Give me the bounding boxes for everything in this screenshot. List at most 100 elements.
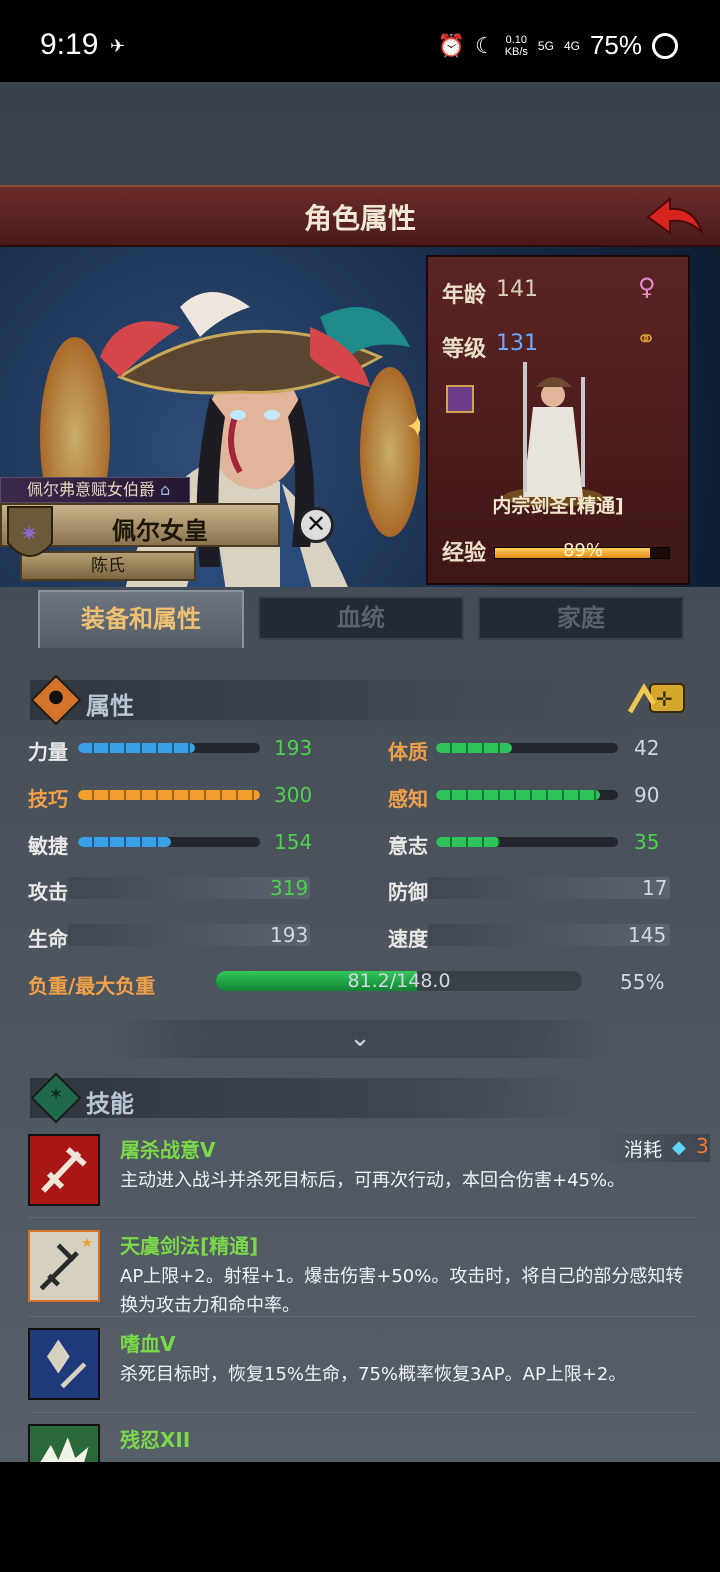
net-speed: 0.10 KB/s: [504, 33, 528, 58]
nav-bar-area: [0, 1462, 720, 1572]
noble-title: 佩尔弗意赋女伯爵 ⌂: [0, 477, 190, 503]
skill-description: 杀死目标时，恢复15%生命，75%概率恢复3AP。AP上限+2。: [120, 1364, 627, 1385]
defense-bar: [428, 877, 670, 899]
attr-skill-fill: [78, 790, 260, 800]
page-title: 角色属性: [303, 202, 416, 235]
skill-name: 嗜血V: [120, 1332, 176, 1356]
ring-icon: ⚭: [636, 325, 657, 353]
skill-item[interactable]: 屠杀战意V 主动进入战斗并杀死目标后，可再次行动，本回合伤害+45%。: [28, 1134, 698, 1210]
dismiss-button[interactable]: ✕: [298, 507, 334, 543]
expand-button[interactable]: ⌄: [110, 1020, 610, 1058]
status-bar: 9:19 ✈ ⏰ ☾ 0.10 KB/s 5G 4G 75%: [0, 0, 720, 82]
skill-item[interactable]: 嗜血V 杀死目标时，恢复15%生命，75%概率恢复3AP。AP上限+2。: [28, 1328, 698, 1404]
attr-will-bar: [436, 837, 618, 847]
moon-icon: ☾: [474, 32, 495, 58]
attr-skill-value: 300: [274, 783, 313, 807]
crown-icon: ⌂: [160, 480, 171, 499]
clock: 9:19: [40, 28, 99, 61]
attr-perception-value: 90: [634, 783, 660, 807]
health-value: 193: [270, 923, 309, 947]
sword-technique-skill-icon: ★: [28, 1230, 100, 1302]
attr-agility-fill: [78, 837, 172, 847]
attributes-header: ● 属性: [30, 674, 590, 726]
defense-value: 17: [642, 876, 668, 900]
attr-skill-label: 技巧: [28, 787, 68, 811]
class-figure: [503, 362, 603, 507]
age-value: 141: [496, 277, 538, 302]
tab-bar: 装备和属性 血统 家庭: [30, 590, 690, 648]
bird-icon: ✈: [110, 36, 126, 57]
attr-perception-label: 感知: [388, 787, 428, 811]
attr-strength-label: 力量: [28, 740, 68, 764]
divider: [28, 1217, 698, 1218]
skill-name: 屠杀战意V: [120, 1138, 216, 1162]
skill-item[interactable]: ★ 天虞剑法[精通] AP上限+2。射程+1。爆击伤害+50%。攻击时，将自己的…: [28, 1230, 698, 1316]
skills-title: 技能: [86, 1090, 134, 1118]
status-icons: ⏰ ☾ 0.10 KB/s 5G 4G 75%: [438, 30, 678, 61]
chevron-double-down-icon: ⌄: [349, 1023, 371, 1053]
xp-text: 89%: [562, 540, 603, 561]
level-label: 等级: [442, 337, 487, 362]
tab-family[interactable]: 家庭: [478, 596, 684, 640]
character-name: 佩尔女皇: [112, 517, 208, 545]
divider: [28, 1316, 698, 1317]
attack-value: 319: [270, 876, 309, 900]
info-panel: 年龄 141 ♀ 等级 131 ⚭ 内宗剑圣[精通] 经验 89%: [426, 255, 690, 585]
battery-ring-icon: [652, 32, 678, 59]
speed-label: 速度: [388, 927, 428, 951]
skill-description: 主动进入战斗并杀死目标后，可再次行动，本回合伤害+45%。: [120, 1170, 626, 1191]
attributes-title: 属性: [86, 692, 134, 720]
svg-text:✛: ✛: [656, 687, 673, 711]
skill-description: AP上限+2。射程+1。爆击伤害+50%。攻击时，将自己的部分感知转换为攻击力和…: [120, 1266, 684, 1316]
cruelty-skill-icon: [28, 1424, 100, 1462]
divider: [28, 1412, 698, 1413]
attribute-boost-icon[interactable]: ✛: [626, 678, 688, 716]
person-icon: ●: [48, 686, 64, 707]
tab-bloodline[interactable]: 血统: [258, 596, 464, 640]
back-arrow-icon[interactable]: [644, 195, 706, 241]
attr-will-fill: [436, 837, 500, 847]
signal-4g-icon: 4G: [563, 38, 580, 53]
attr-strength-value: 193: [274, 736, 313, 760]
attr-constitution-value: 42: [634, 736, 660, 760]
speed-value: 145: [628, 923, 667, 947]
attr-perception-fill: [436, 790, 600, 800]
class-name: 内宗剑圣[精通]: [492, 495, 624, 517]
health-label: 生命: [28, 927, 68, 951]
bloodthirst-skill-icon: [28, 1328, 100, 1400]
slaughter-skill-icon: [28, 1134, 100, 1206]
xp-bar: 89%: [494, 540, 670, 561]
skill-name: 残忍XII: [120, 1428, 191, 1452]
attr-strength-fill: [78, 743, 196, 753]
attr-will-value: 35: [634, 830, 660, 854]
skill-name: 天虞剑法[精通]: [120, 1234, 259, 1258]
class-skill-icon[interactable]: [446, 385, 474, 413]
title-bar: 角色属性: [0, 185, 720, 247]
level-value: 131: [496, 331, 538, 356]
skills-header: ✶ 技能: [30, 1072, 590, 1124]
tab-equipment-attributes[interactable]: 装备和属性: [38, 590, 244, 648]
star-icon: ✶: [48, 1084, 64, 1105]
skill-item[interactable]: 残忍XII: [28, 1424, 698, 1462]
load-text: 81.2/148.0: [347, 970, 451, 992]
attr-agility-bar: [78, 837, 260, 847]
attr-will-label: 意志: [388, 834, 428, 858]
attr-agility-value: 154: [274, 830, 313, 854]
attr-constitution-bar: [436, 743, 618, 753]
battery-level: 75%: [589, 30, 642, 60]
female-icon: ♀: [638, 273, 656, 301]
svg-text:✦: ✦: [405, 410, 420, 445]
load-label: 负重/最大负重: [28, 974, 156, 998]
svg-text:★: ★: [81, 1236, 93, 1251]
alarm-icon: ⏰: [437, 32, 465, 58]
defense-label: 防御: [388, 880, 428, 904]
xp-label: 经验: [442, 541, 487, 566]
attack-label: 攻击: [28, 880, 68, 904]
svg-text:✷: ✷: [20, 522, 38, 547]
age-label: 年龄: [442, 283, 487, 308]
load-percent: 55%: [620, 970, 665, 994]
attr-constitution-label: 体质: [388, 740, 428, 764]
attr-strength-bar: [78, 743, 260, 753]
attr-skill-bar: [78, 790, 260, 800]
attr-agility-label: 敏捷: [28, 834, 68, 858]
